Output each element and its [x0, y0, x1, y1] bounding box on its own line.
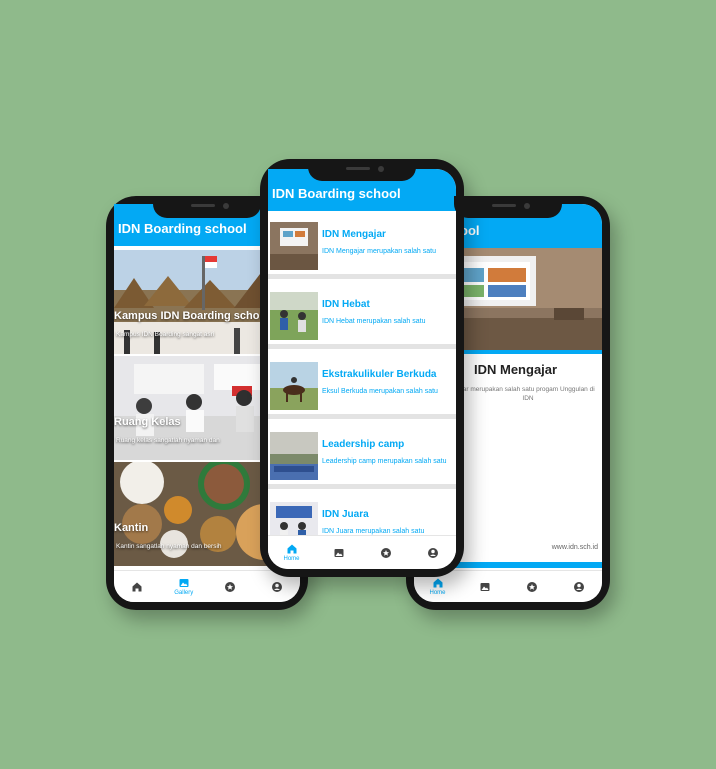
detail-description: jar merupakan salah satu progam Unggulan…: [461, 386, 595, 402]
gallery-card-title: Kantin: [114, 522, 149, 534]
bottom-navigation: Gallery: [114, 570, 300, 602]
list-item[interactable]: Leadership camp Leadership camp merupaka…: [268, 423, 456, 489]
detail-title: IDN Mengajar: [474, 362, 558, 377]
gallery-card-subtitle: Kantin sangatlah nyaman dan bersih: [116, 543, 222, 550]
gallery-card-subtitle: Kampus IDN Boarding sangat asri: [116, 331, 215, 338]
star-icon: [225, 581, 236, 592]
detail-footer-url: www.idn.sch.id: [551, 544, 598, 551]
list-item-title: IDN Mengajar: [322, 229, 386, 240]
list-item-description: Eksul Berkuda merupakan salah satu: [322, 388, 438, 395]
nav-gallery-label: Gallery: [174, 590, 194, 596]
nav-home[interactable]: [117, 572, 157, 602]
bottom-navigation: Home: [268, 535, 456, 569]
nav-gallery[interactable]: [319, 538, 359, 568]
account-icon: [427, 547, 438, 558]
nav-gallery[interactable]: Gallery: [164, 572, 204, 602]
list-thumbnail: [270, 362, 318, 410]
list-item-title: IDN Juara: [322, 509, 369, 520]
nav-profile[interactable]: [559, 572, 599, 602]
nav-favorites[interactable]: [210, 572, 250, 602]
star-icon: [380, 547, 391, 558]
app-title: IDN Boarding school: [272, 186, 401, 201]
list-thumbnail: [270, 432, 318, 480]
nav-favorites[interactable]: [366, 538, 406, 568]
list-item-description: IDN Hebat merupakan salah satu: [322, 318, 426, 325]
list-item-title: Leadership camp: [322, 439, 405, 450]
list-item[interactable]: IDN Hebat IDN Hebat merupakan salah satu: [268, 283, 456, 349]
list-thumbnail: [270, 292, 318, 340]
phone-notch: [454, 196, 562, 218]
gallery-card-title: Kampus IDN Boarding school: [114, 310, 270, 322]
nav-favorites[interactable]: [512, 572, 552, 602]
list-thumbnail: [270, 222, 318, 270]
account-icon: [271, 581, 282, 592]
home-icon: [132, 582, 142, 591]
nav-home[interactable]: Home: [272, 538, 312, 568]
app-title: IDN Boarding school: [118, 221, 247, 236]
home-icon: [287, 544, 296, 554]
list-item-description: Leadership camp merupakan salah satu: [322, 458, 447, 465]
phone-notch: [153, 196, 261, 218]
gallery-card-title: Ruang Kelas: [114, 416, 181, 428]
image-icon: [179, 579, 189, 587]
image-icon: [334, 548, 343, 557]
phone-notch: [308, 159, 416, 181]
nav-home-label: Home: [283, 556, 300, 562]
list-item-description: IDN Mengajar merupakan salah satu: [322, 248, 437, 255]
list-item[interactable]: Ekstrakulikuler Berkuda Eksul Berkuda me…: [268, 353, 456, 419]
phone-list: IDN Boarding school IDN Mengajar IDN Men…: [260, 159, 464, 577]
account-icon: [573, 581, 584, 592]
list-item-title: Ekstrakulikuler Berkuda: [322, 369, 437, 380]
nav-gallery[interactable]: [465, 572, 505, 602]
home-icon: [433, 578, 442, 588]
gallery-card-subtitle: Ruang kelas sangatlah nyaman dan: [116, 437, 220, 444]
nav-home-label: Home: [429, 590, 446, 596]
list-item-description: IDN Juara merupakan salah satu: [322, 528, 425, 535]
list-screen: IDN Boarding school IDN Mengajar IDN Men…: [268, 169, 456, 569]
nav-profile[interactable]: [413, 538, 453, 568]
list-item[interactable]: IDN Mengajar IDN Mengajar merupakan sala…: [268, 213, 456, 279]
star-icon: [526, 581, 537, 592]
list-item-title: IDN Hebat: [322, 299, 370, 310]
image-icon: [480, 582, 489, 591]
